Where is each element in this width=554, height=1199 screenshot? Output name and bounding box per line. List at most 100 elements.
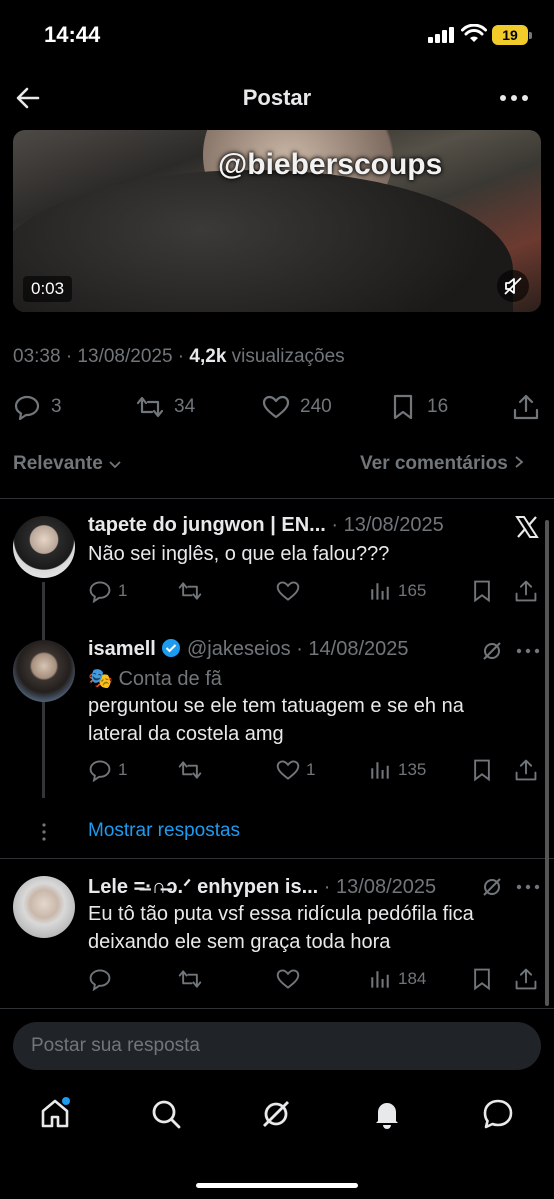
video-watermark: @bieberscoups [218, 148, 443, 181]
post-meta: 03:38 · 13/08/2025 · 4,2k visualizações [13, 346, 345, 368]
reply-author-name[interactable]: isamell [88, 638, 156, 660]
reply-like-button[interactable] [276, 579, 368, 603]
reply-date: · 13/08/2025 [323, 876, 437, 898]
share-icon [513, 394, 539, 420]
heart-icon [276, 760, 300, 780]
reply-text: perguntou se ele tem tatuagem e se eh na… [88, 695, 464, 745]
reply-repost-button[interactable] [178, 967, 276, 991]
views-chart-icon [371, 583, 389, 600]
reply-text: Eu tô tão puta vsf essa ridícula pedófil… [88, 903, 474, 953]
like-count: 240 [300, 396, 332, 417]
reply-repost-button[interactable] [178, 758, 276, 782]
share-button[interactable] [512, 393, 540, 421]
views-count: 4,2k [189, 346, 227, 367]
reply-share-button[interactable] [514, 967, 538, 991]
share-icon [515, 580, 537, 602]
muted-speaker-icon [504, 277, 522, 295]
heart-icon [262, 395, 290, 419]
reply-repost-button[interactable] [178, 579, 276, 603]
sort-dropdown[interactable]: Relevante [13, 453, 122, 475]
reply-share-button[interactable] [514, 579, 538, 603]
repost-button[interactable]: 34 [136, 393, 195, 421]
avatar[interactable] [13, 640, 75, 702]
reply-reply-button[interactable]: 1 [88, 758, 178, 782]
reply-view-count: 165 [398, 581, 427, 600]
scrollbar[interactable] [545, 520, 549, 1006]
reply-thread: tapete do jungwon | EN... · 13/08/2025 N… [0, 498, 554, 858]
grok-icon[interactable] [259, 1097, 293, 1131]
reply-reply-count: 1 [118, 760, 128, 779]
reply-icon [14, 395, 40, 421]
grok-icon[interactable] [481, 640, 503, 662]
reply-header: tapete do jungwon | EN... · 13/08/2025 [88, 514, 444, 537]
verified-badge-icon [162, 639, 181, 657]
reply-header: isamell @jakeseios · 14/08/2025 [88, 638, 409, 661]
views-chart-icon [371, 971, 389, 988]
battery-icon: 19 [492, 25, 532, 45]
reply-like-count: 1 [306, 760, 316, 779]
share-icon [515, 968, 537, 990]
video-frame-jacket [13, 170, 513, 312]
reply-text: Não sei inglês, o que ela falou??? [88, 543, 390, 565]
reply-input[interactable] [13, 1022, 541, 1070]
reply-bookmark-button[interactable] [470, 967, 514, 991]
home-icon[interactable] [38, 1097, 72, 1131]
reply-date: · 13/08/2025 [331, 514, 444, 536]
bookmark-icon [474, 968, 490, 991]
post-video[interactable]: @bieberscoups 0:03 [13, 130, 541, 312]
fan-account-label: Conta de fã [118, 668, 222, 690]
bookmark-button[interactable]: 16 [389, 393, 448, 421]
reply-views[interactable]: 135 [368, 758, 470, 782]
views-label: visualizações [226, 346, 345, 367]
more-options-icon[interactable] [516, 883, 540, 891]
views-chart-icon [371, 762, 389, 779]
post-timestamp: 03:38 · 13/08/2025 · [13, 346, 190, 367]
like-button[interactable]: 240 [262, 393, 332, 421]
mute-button[interactable] [497, 270, 529, 302]
notifications-bell-icon[interactable] [370, 1097, 404, 1131]
reply-bookmark-button[interactable] [470, 758, 514, 782]
repost-icon [178, 582, 202, 600]
heart-icon [276, 969, 300, 989]
view-comments-link[interactable]: Ver comentários [360, 453, 525, 475]
view-comments-label: Ver comentários [360, 453, 508, 474]
video-duration: 0:03 [23, 276, 73, 302]
reply-count: 3 [51, 396, 62, 417]
reply-item: Lele =̶·∩̶ɔ.ᐟ enhypen is... · 13/08/2025… [0, 858, 554, 1008]
reply-reply-button[interactable]: 1 [88, 579, 178, 603]
x-logo-icon [515, 516, 539, 538]
fan-account-badge: 🎭 Conta de fã [88, 666, 222, 691]
chevron-down-icon [109, 461, 121, 469]
more-options-icon[interactable] [498, 87, 530, 109]
reply-handle[interactable]: @jakeseios [187, 638, 291, 660]
avatar[interactable] [13, 876, 75, 938]
search-icon[interactable] [149, 1097, 183, 1131]
reply-author-name[interactable]: Lele =̶·∩̶ɔ.ᐟ enhypen is... [88, 876, 318, 898]
reply-views[interactable]: 165 [368, 579, 470, 603]
repost-icon [136, 396, 164, 418]
reply-author-name[interactable]: tapete do jungwon | EN... [88, 514, 326, 536]
show-replies-link[interactable]: Mostrar respostas [88, 820, 240, 842]
reply-view-count: 184 [398, 969, 427, 988]
heart-icon [276, 581, 300, 601]
reply-actions: 1 1 135 [88, 757, 540, 783]
reply-bookmark-button[interactable] [470, 579, 514, 603]
reply-like-button[interactable] [276, 967, 368, 991]
status-time: 14:44 [44, 22, 101, 47]
avatar[interactable] [13, 516, 75, 578]
fan-mask-icon: 🎭 [88, 668, 113, 690]
reply-input-container[interactable] [13, 1022, 541, 1070]
reply-share-button[interactable] [514, 758, 538, 782]
home-indicator [196, 1183, 358, 1188]
reply-header: Lele =̶·∩̶ɔ.ᐟ enhypen is... · 13/08/2025 [88, 874, 436, 899]
reply-date: · 14/08/2025 [296, 638, 409, 660]
more-options-icon[interactable] [516, 647, 540, 655]
reply-reply-button[interactable] [88, 967, 178, 991]
messages-icon[interactable] [481, 1097, 515, 1131]
reply-views[interactable]: 184 [368, 967, 470, 991]
reply-button[interactable]: 3 [13, 393, 62, 421]
reply-like-button[interactable]: 1 [276, 758, 368, 782]
grok-icon[interactable] [481, 876, 503, 898]
chevron-right-icon [515, 456, 524, 468]
bookmark-icon [474, 759, 490, 782]
